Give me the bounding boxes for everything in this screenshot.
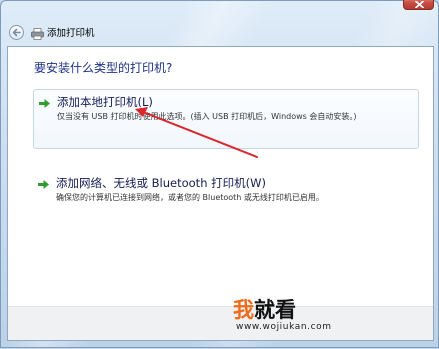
watermark-logo: 我就看 [233,298,296,322]
option-description: 确保您的计算机已连接到网络，或者您的 Bluetooth 或无线打印机已启用。 [56,193,324,202]
printer-icon [31,28,44,40]
watermark-mark: 我 [233,298,254,322]
option-label: 添加本地打印机(L) [57,95,153,109]
wizard-footer [8,306,433,340]
option-description: 仅当没有 USB 打印机时使用此选项。(插入 USB 打印机后，Windows … [57,112,357,121]
option-label: 添加网络、无线或 Bluetooth 打印机(W) [56,176,266,190]
green-arrow-icon [39,99,50,108]
watermark-url: www.wojiukan.com [236,322,332,332]
wizard-content: 要安装什么类型的打印机? 添加本地打印机(L) 仅当没有 USB 打印机时使用此… [7,46,434,341]
back-arrow-icon [12,28,21,37]
green-arrow-icon [38,180,49,189]
close-icon [415,1,424,8]
add-local-printer-option[interactable]: 添加本地打印机(L) 仅当没有 USB 打印机时使用此选项。(插入 USB 打印… [33,89,419,149]
page-heading: 要安装什么类型的打印机? [34,61,173,75]
back-button[interactable] [9,25,24,40]
close-button[interactable] [403,0,434,10]
add-network-printer-option[interactable]: 添加网络、无线或 Bluetooth 打印机(W) 确保您的计算机已连接到网络，… [33,171,419,211]
window-title: 添加打印机 [47,28,95,39]
watermark-text: 就看 [254,298,296,322]
window-frame: 添加打印机 要安装什么类型的打印机? 添加本地打印机(L) 仅当没有 USB 打… [0,0,439,348]
